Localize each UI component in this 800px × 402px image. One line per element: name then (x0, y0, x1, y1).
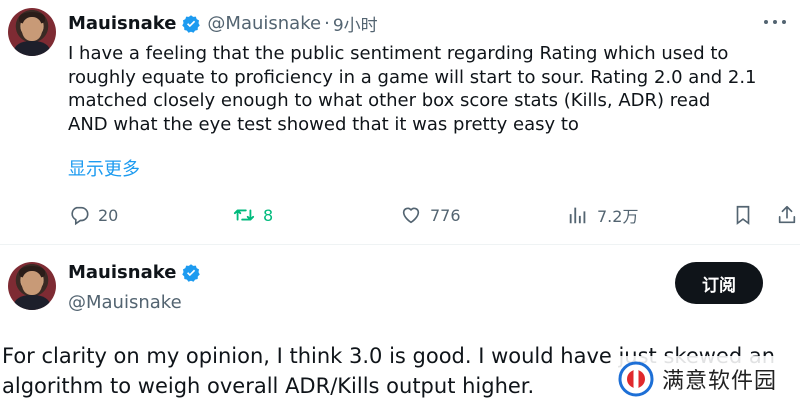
handle[interactable]: @Mauisnake (207, 13, 321, 34)
retweet-button[interactable]: 8 (233, 203, 273, 227)
watermark: 满意软件园 (612, 356, 798, 402)
watermark-text: 满意软件园 (662, 369, 778, 394)
more-options-icon[interactable] (764, 18, 786, 26)
retweet-count: 8 (263, 205, 274, 225)
reply-count: 20 (98, 205, 119, 225)
avatar-face (22, 271, 42, 295)
author-name-row: Mauisnake (68, 262, 201, 283)
bookmark-icon (736, 205, 750, 225)
tweet-header: Mauisnake @Mauisnake · 9小时 (68, 11, 378, 36)
tweet-text-line: roughly equate to proficiency in a game … (68, 66, 757, 88)
avatar[interactable] (8, 8, 56, 56)
retweet-icon (233, 209, 255, 221)
avatar-body (14, 41, 50, 56)
divider (0, 244, 800, 245)
bookmark-button[interactable] (732, 203, 754, 227)
tweet-text-line: I have a feeling that the public sentime… (68, 43, 729, 64)
handle[interactable]: @Mauisnake (68, 292, 182, 313)
tweet-text: I have a feeling that the public sentime… (68, 42, 788, 136)
reply-icon (71, 206, 89, 226)
heart-icon (402, 207, 420, 224)
avatar-face (22, 17, 42, 41)
show-more-link[interactable]: 显示更多 (68, 155, 140, 181)
avatar[interactable] (8, 262, 56, 310)
views-button[interactable]: 7.2万 (567, 203, 638, 227)
like-button[interactable]: 776 (400, 203, 461, 227)
timestamp[interactable]: 9小时 (333, 11, 378, 36)
watermark-logo-icon (618, 361, 654, 397)
verified-badge-icon (181, 14, 201, 34)
tweet-text-line: AND what the eye test showed that it was… (68, 113, 579, 135)
separator-dot: · (324, 13, 330, 34)
share-icon (778, 205, 796, 224)
bar-chart-icon (569, 207, 586, 224)
reply-button[interactable]: 20 (68, 203, 118, 227)
display-name[interactable]: Mauisnake (68, 262, 176, 283)
share-button[interactable] (776, 203, 798, 227)
tweet-actions: 20 8 776 7.2万 (0, 203, 800, 227)
display-name[interactable]: Mauisnake (68, 13, 176, 34)
like-count: 776 (430, 205, 461, 225)
avatar-body (14, 295, 50, 310)
subscribe-button[interactable]: 订阅 (675, 262, 763, 304)
view-count: 7.2万 (597, 207, 639, 226)
verified-badge-icon (181, 263, 201, 283)
tweet-text-line: matched closely enough to what other box… (68, 90, 711, 111)
